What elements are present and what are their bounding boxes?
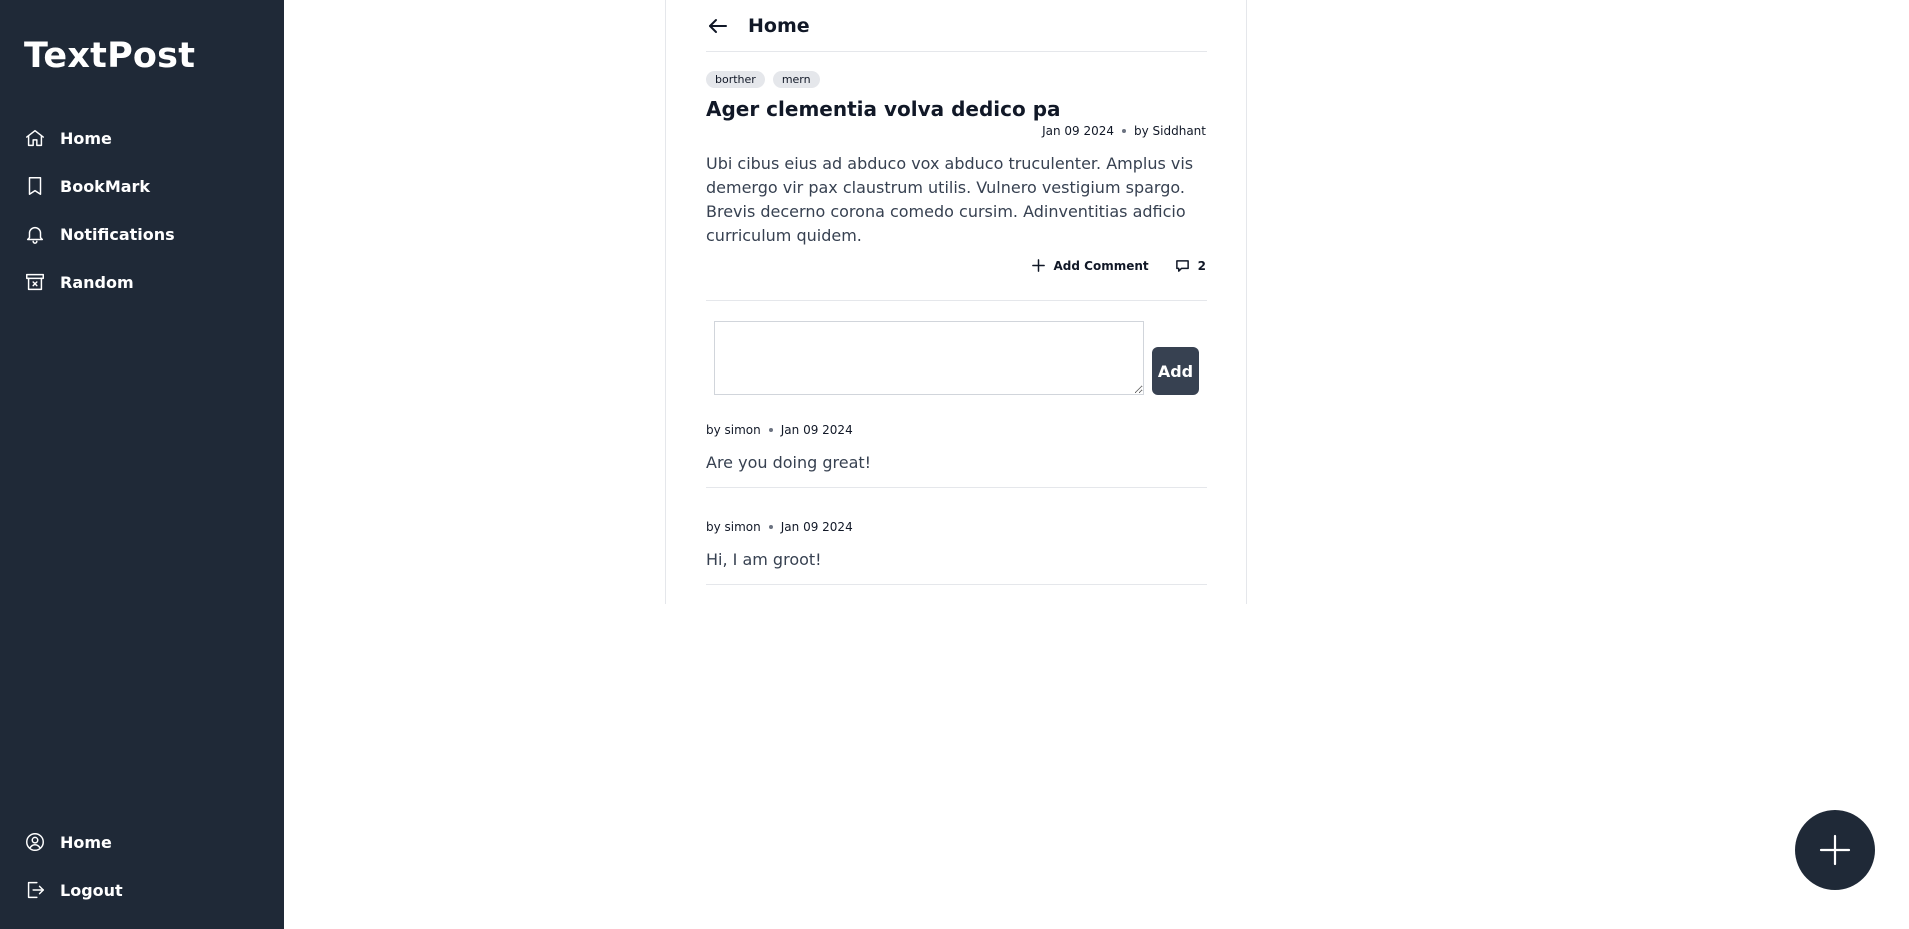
post-meta: Jan 09 2024 by Siddhant bbox=[1042, 124, 1206, 138]
sidebar-item-random[interactable]: Random bbox=[24, 267, 134, 297]
plus-icon bbox=[1031, 259, 1045, 272]
comment-meta: by simon Jan 09 2024 bbox=[706, 423, 853, 437]
comment-author[interactable]: by simon bbox=[706, 520, 761, 534]
archive-x-icon bbox=[26, 273, 44, 291]
sidebar-item-notifications[interactable]: Notifications bbox=[24, 219, 175, 249]
post-date: Jan 09 2024 bbox=[1042, 124, 1114, 138]
separator-dot bbox=[768, 428, 773, 432]
post-column: Home borther mern Ager clementia volva d… bbox=[665, 0, 1247, 604]
comment-icon bbox=[1175, 260, 1189, 272]
back-arrow-icon[interactable] bbox=[706, 14, 730, 38]
comment-author[interactable]: by simon bbox=[706, 423, 761, 437]
comment-meta: by simon Jan 09 2024 bbox=[706, 520, 853, 534]
sidebar-item-bookmark[interactable]: BookMark bbox=[24, 171, 150, 201]
bookmark-icon bbox=[28, 177, 42, 195]
user-circle-icon bbox=[26, 833, 44, 851]
tag-list: borther mern bbox=[706, 71, 820, 88]
sidebar-item-label: Logout bbox=[60, 880, 123, 900]
post-body: Ubi cibus eius ad abduco vox abduco truc… bbox=[706, 154, 1194, 245]
new-post-button[interactable] bbox=[1795, 810, 1875, 890]
brand-logo[interactable]: TextPost bbox=[24, 36, 195, 76]
separator-dot bbox=[768, 525, 773, 529]
divider bbox=[706, 584, 1207, 585]
comment-date: Jan 09 2024 bbox=[780, 423, 853, 437]
add-comment-button[interactable]: Add Comment bbox=[1031, 258, 1149, 273]
logout-icon bbox=[27, 881, 44, 899]
sidebar-item-label: Random bbox=[60, 272, 134, 292]
comment-count-button[interactable]: 2 bbox=[1175, 258, 1206, 273]
sidebar-item-logout[interactable]: Logout bbox=[24, 875, 123, 905]
home-icon bbox=[26, 129, 44, 147]
sidebar-item-profile[interactable]: Home bbox=[24, 827, 112, 857]
sidebar: TextPost Home BookMark Notifications Ran… bbox=[0, 0, 284, 929]
tag[interactable]: mern bbox=[772, 71, 820, 88]
post-title: Ager clementia volva dedico pa bbox=[706, 97, 1061, 121]
comment-count: 2 bbox=[1197, 258, 1206, 273]
separator-dot bbox=[1122, 129, 1126, 133]
sidebar-item-home[interactable]: Home bbox=[24, 123, 112, 153]
bell-icon bbox=[26, 226, 44, 244]
sidebar-item-label: Notifications bbox=[60, 224, 175, 244]
comment-date: Jan 09 2024 bbox=[780, 520, 853, 534]
sidebar-item-label: BookMark bbox=[60, 176, 151, 196]
comment-input[interactable] bbox=[714, 321, 1144, 395]
divider bbox=[706, 487, 1207, 488]
divider bbox=[706, 300, 1207, 301]
post-author[interactable]: by Siddhant bbox=[1134, 124, 1206, 138]
plus-icon bbox=[1819, 834, 1851, 866]
sidebar-item-label: Home bbox=[60, 832, 112, 852]
tag[interactable]: borther bbox=[706, 71, 765, 88]
sidebar-item-label: Home bbox=[60, 128, 112, 148]
comment-text: Are you doing great! bbox=[706, 453, 872, 472]
page-header: Home bbox=[706, 0, 1207, 52]
page-title: Home bbox=[748, 14, 810, 37]
add-button[interactable]: Add bbox=[1152, 347, 1199, 395]
add-comment-label: Add Comment bbox=[1053, 258, 1149, 273]
comment-text: Hi, I am groot! bbox=[706, 550, 822, 569]
post-actions: Add Comment 2 bbox=[1031, 258, 1206, 273]
